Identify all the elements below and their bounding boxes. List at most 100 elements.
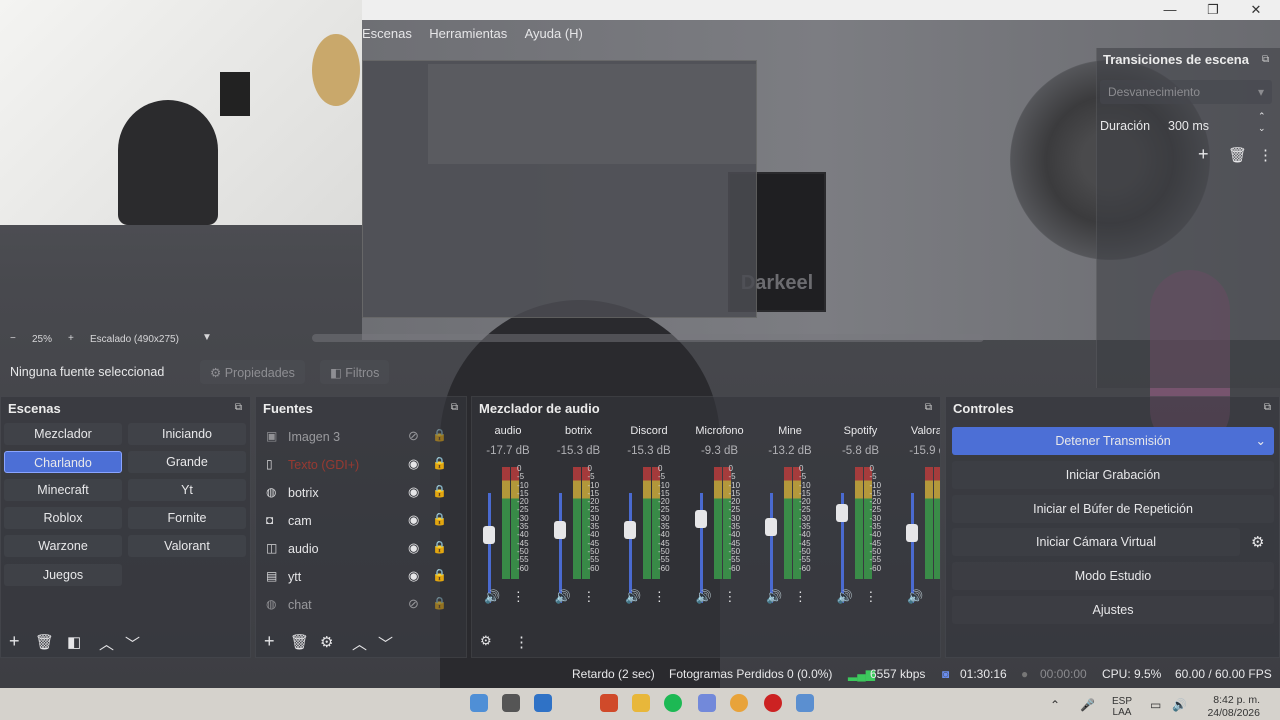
language-indicator[interactable]: ESP LAA [1112,696,1132,718]
move-down-icon[interactable]: ﹀ [125,633,140,654]
more-icon[interactable]: ⋮ [794,589,807,604]
eye-icon[interactable]: ◉ [408,512,419,528]
eye-icon[interactable]: ◉ [408,456,419,472]
scene-roblox[interactable]: Roblox [4,507,122,529]
source-row[interactable]: ▤ ytt ◉ 🔒 [260,564,447,590]
scene-yt[interactable]: Yt [128,479,246,501]
source-row[interactable]: ◘ cam ◉ 🔒 [260,508,447,534]
speaker-icon[interactable]: 🔊 [907,589,923,604]
gear-icon[interactable]: ⚙ [1251,533,1264,551]
more-icon[interactable]: ⋮ [653,589,666,604]
dock-float-icon[interactable]: ⧉ [235,402,242,413]
scene-charlando[interactable]: Charlando [4,451,122,473]
stop-stream-button[interactable]: Detener Transmisión ⌄ [952,427,1274,455]
taskbar-spotify-icon[interactable] [664,694,682,712]
eye-hidden-icon[interactable]: ⊘ [408,596,419,612]
taskbar-folder-icon[interactable] [632,694,650,712]
advanced-audio-icon[interactable]: ⚙ [480,633,492,649]
volume-track[interactable] [488,493,491,603]
source-row[interactable]: ◍ chat ⊘ 🔒 [260,592,447,618]
properties-button[interactable]: ⚙ Propiedades [200,360,305,384]
eye-hidden-icon[interactable]: ⊘ [408,428,419,444]
source-row[interactable]: ◍ botrix ◉ 🔒 [260,480,447,506]
zoom-out-icon[interactable]: − [10,333,16,344]
trash-icon[interactable]: 🗑 [35,633,54,651]
scene-valorant[interactable]: Valorant [128,535,246,557]
scene-iniciando[interactable]: Iniciando [128,423,246,445]
volume-icon[interactable]: 🔊 [1172,698,1187,712]
duration-spinner-icon[interactable]: ⌃ ⌄ [1258,110,1266,134]
gear-icon[interactable]: ⚙ [320,633,333,651]
speaker-icon[interactable]: 🔊 [766,589,782,604]
volume-track[interactable] [558,493,562,603]
more-icon[interactable]: ⋮ [935,589,940,604]
more-icon[interactable]: ⋮ [723,589,736,604]
scaling-label[interactable]: Escalado (490x275) [90,334,179,345]
lock-icon[interactable]: 🔒 [432,456,447,470]
preview-scrollbar[interactable] [312,334,984,342]
dock-float-icon[interactable]: ⧉ [1264,402,1271,413]
taskbar-search-icon[interactable] [502,694,520,712]
dock-float-icon[interactable]: ⧉ [925,402,932,413]
more-icon[interactable]: ⋮ [1258,146,1273,164]
transition-select[interactable]: Desvanecimiento ▾ [1100,80,1272,104]
scaling-dropdown-icon[interactable]: ▼ [202,332,212,343]
source-row[interactable]: ◫ audio ◉ 🔒 [260,536,447,562]
eye-icon[interactable]: ◉ [408,484,419,500]
maximize-button[interactable]: ❐ [1193,0,1233,20]
source-row[interactable]: ▣ Imagen 3 ⊘ 🔒 [260,424,447,450]
menu-ayuda[interactable]: Ayuda (H) [518,22,590,45]
volume-track[interactable] [629,493,632,603]
taskbar-edge-icon[interactable] [534,694,552,712]
trash-icon[interactable]: 🗑 [290,633,309,651]
menu-herramientas[interactable]: Herramientas [422,22,514,45]
add-scene-icon[interactable]: + [9,631,20,652]
microphone-icon[interactable]: 🎤 [1080,698,1095,712]
taskbar-discord-icon[interactable] [698,694,716,712]
taskbar-clock[interactable]: 8:42 p. m. 24/08/2026 [1200,694,1260,720]
eye-icon[interactable]: ◉ [408,568,419,584]
taskbar-chrome-icon[interactable] [730,694,748,712]
volume-track[interactable] [770,493,773,603]
lock-icon[interactable]: 🔒 [432,512,447,526]
add-transition-icon[interactable]: + [1198,144,1209,165]
dock-float-icon[interactable]: ⧉ [451,402,458,413]
trash-icon[interactable]: 🗑 [1228,146,1247,164]
taskbar-app-icon[interactable] [470,694,488,712]
volume-fader[interactable] [765,518,777,537]
more-icon[interactable]: ⋮ [864,589,877,604]
duration-input[interactable]: 300 ms [1168,119,1209,133]
speaker-icon[interactable]: 🔊 [837,589,853,604]
source-row[interactable]: ▯ Texto (GDI+) ◉ 🔒 [260,452,447,478]
volume-fader[interactable] [694,510,707,529]
scene-minecraft[interactable]: Minecraft [4,479,122,501]
speaker-icon[interactable]: 🔊 [696,589,712,604]
lock-icon[interactable]: 🔒 [432,568,447,582]
move-down-icon[interactable]: ﹀ [378,633,393,654]
settings-button[interactable]: Ajustes [952,596,1274,624]
scene-warzone[interactable]: Warzone [4,535,122,557]
lock-icon[interactable]: 🔒 [432,540,447,554]
more-icon[interactable]: ⋮ [512,589,525,604]
close-button[interactable]: ✕ [1236,0,1276,20]
taskbar-app-icon[interactable] [796,694,814,712]
volume-track[interactable] [911,493,914,603]
virtual-camera-button[interactable]: Iniciar Cámara Virtual [952,528,1240,556]
studio-mode-button[interactable]: Modo Estudio [952,562,1274,590]
replay-buffer-button[interactable]: Iniciar el Búfer de Repetición [952,495,1274,523]
volume-fader[interactable] [624,521,636,540]
network-icon[interactable]: ▭ [1150,698,1161,712]
more-icon[interactable]: ⋮ [514,633,529,651]
dock-float-icon[interactable]: ⧉ [1262,54,1269,65]
move-up-icon[interactable]: ︿ [352,633,367,654]
scene-grande[interactable]: Grande [128,451,246,473]
scene-mezclador[interactable]: Mezclador [4,423,122,445]
scene-fornite[interactable]: Fornite [128,507,246,529]
start-recording-button[interactable]: Iniciar Grabación [952,461,1274,489]
more-icon[interactable]: ⋮ [582,589,595,604]
volume-fader[interactable] [835,503,848,522]
add-source-icon[interactable]: + [264,631,275,652]
chevron-down-icon[interactable]: ⌄ [1256,427,1266,455]
zoom-in-icon[interactable]: + [68,333,74,344]
scene-juegos[interactable]: Juegos [4,564,122,586]
